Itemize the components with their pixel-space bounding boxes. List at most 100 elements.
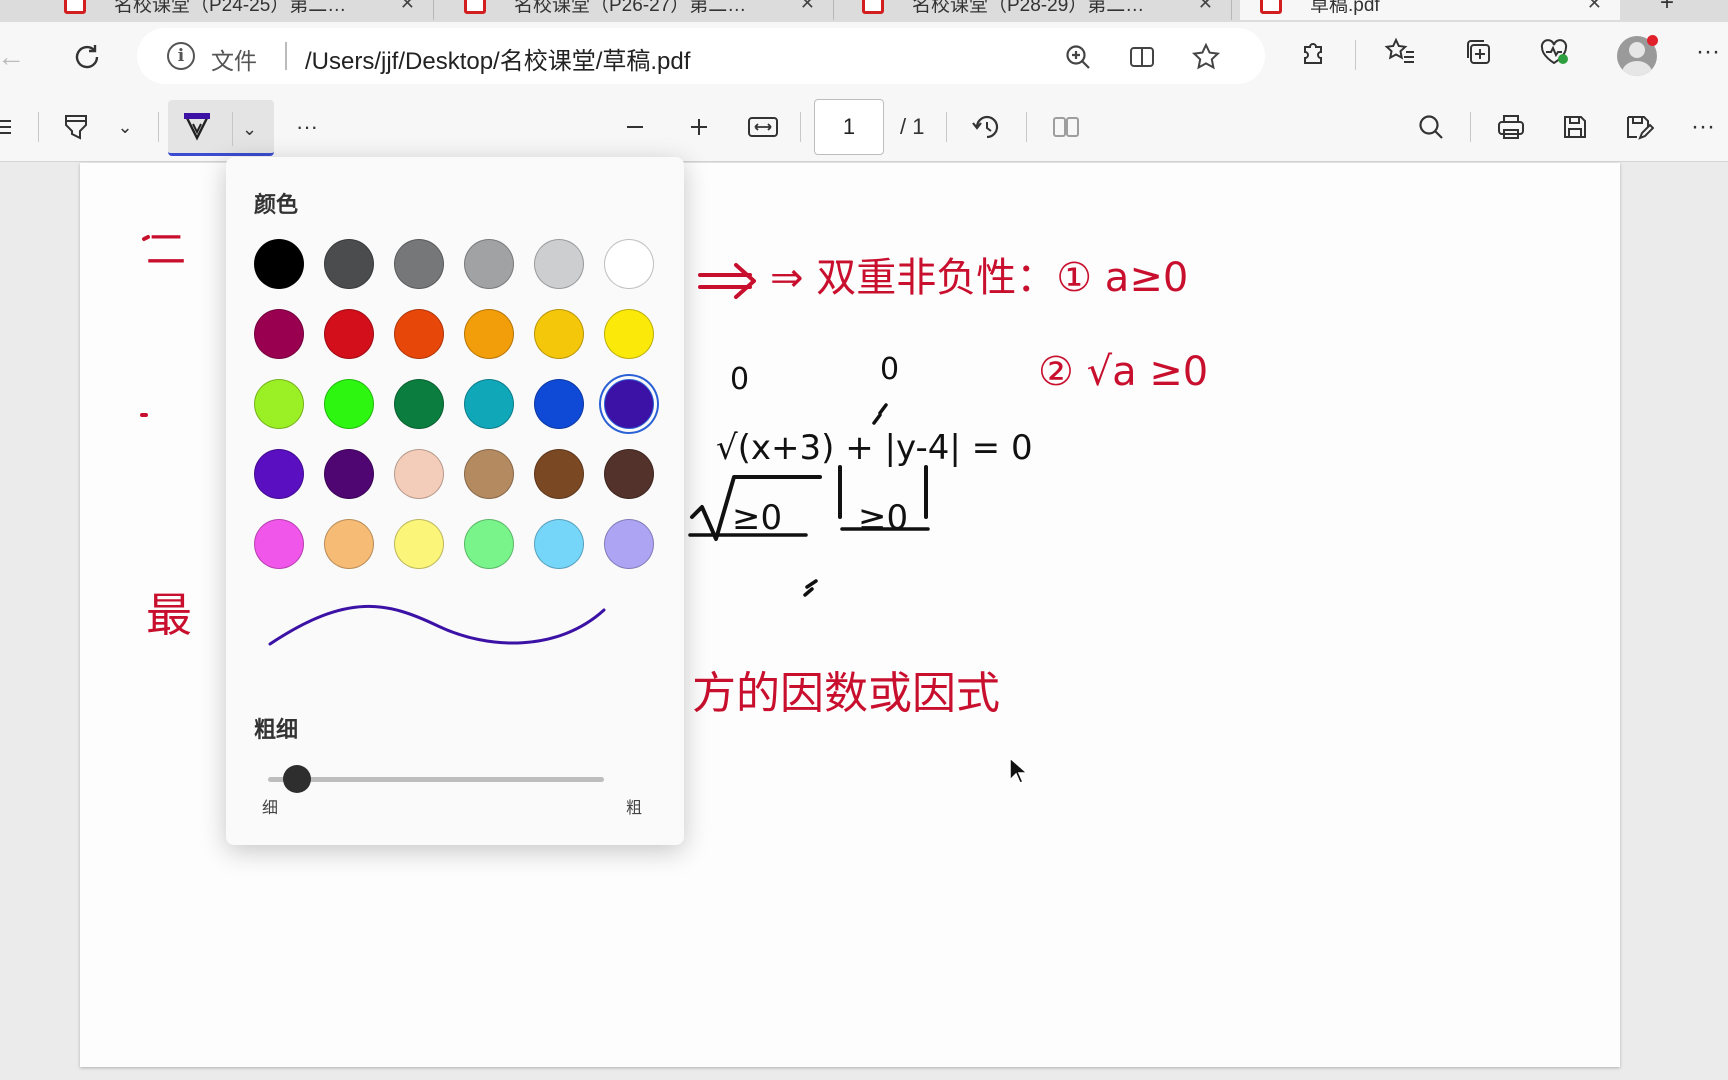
thickness-max-label: 粗 xyxy=(626,800,643,817)
more-tools-button[interactable]: ··· xyxy=(292,109,322,145)
contents-icon[interactable] xyxy=(0,109,16,145)
divider xyxy=(1355,40,1356,70)
pdf-icon xyxy=(1260,0,1282,14)
note-ge0-a: ≥0 xyxy=(732,498,782,538)
color-swatch[interactable] xyxy=(394,379,444,429)
print-icon[interactable] xyxy=(1494,109,1528,145)
color-swatch[interactable] xyxy=(394,239,444,289)
color-swatch[interactable] xyxy=(464,379,514,429)
favorites-icon[interactable] xyxy=(1382,34,1418,70)
pdf-toolbar: ⌄ ⌄ ··· 1 / 1 ··· xyxy=(0,92,1728,162)
rotate-icon[interactable] xyxy=(970,109,1004,145)
close-icon[interactable]: ✕ xyxy=(800,0,815,14)
tab-p26[interactable]: 名校课堂（P26-27）第二… ✕ xyxy=(444,0,834,20)
color-swatch[interactable] xyxy=(254,239,304,289)
note-zero-b: 0 xyxy=(880,352,899,387)
new-tab-button[interactable]: + xyxy=(1640,0,1728,20)
color-swatch[interactable] xyxy=(324,379,374,429)
color-swatch[interactable] xyxy=(604,519,654,569)
draw-button[interactable]: ⌄ xyxy=(168,100,274,156)
settings-more-icon[interactable]: ··· xyxy=(1686,109,1720,145)
browser-essentials-icon[interactable] xyxy=(1536,34,1572,70)
pdf-icon xyxy=(464,0,486,14)
color-swatch[interactable] xyxy=(324,449,374,499)
thickness-min-label: 细 xyxy=(262,800,279,817)
search-icon[interactable] xyxy=(1414,109,1448,145)
color-swatch[interactable] xyxy=(534,519,584,569)
notification-dot xyxy=(1647,35,1658,46)
collections-icon[interactable] xyxy=(1460,34,1496,70)
zoom-icon[interactable] xyxy=(1063,42,1093,72)
color-swatch[interactable] xyxy=(604,309,654,359)
color-swatch[interactable] xyxy=(254,309,304,359)
divider xyxy=(38,112,39,142)
note-equation: √(x+3) + |y-4| = 0 xyxy=(716,428,1033,468)
save-icon[interactable] xyxy=(1558,109,1592,145)
page-number-input[interactable]: 1 xyxy=(814,99,884,155)
page-total: / 1 xyxy=(900,114,925,139)
color-swatch[interactable] xyxy=(534,379,584,429)
note-ge0-b: ≥0 xyxy=(858,498,908,538)
note-zero-a: 0 xyxy=(730,362,749,397)
color-swatch[interactable] xyxy=(394,449,444,499)
note-heading-2: 最 xyxy=(146,588,192,642)
tab-p28[interactable]: 名校课堂（P28-29）第二… ✕ xyxy=(842,0,1232,20)
color-swatch[interactable] xyxy=(534,449,584,499)
refresh-icon[interactable] xyxy=(70,40,104,74)
zoom-out-icon[interactable] xyxy=(620,109,650,145)
color-swatch[interactable] xyxy=(604,449,654,499)
color-swatch[interactable] xyxy=(604,379,654,429)
pdf-icon xyxy=(64,0,86,14)
thickness-slider-track[interactable] xyxy=(268,777,604,782)
color-swatch[interactable] xyxy=(324,519,374,569)
color-swatch[interactable] xyxy=(464,519,514,569)
color-swatch[interactable] xyxy=(534,239,584,289)
tab-p24[interactable]: 名校课堂（P24-25）第二… ✕ xyxy=(44,0,434,20)
url-text[interactable]: /Users/jjf/Desktop/名校课堂/草稿.pdf xyxy=(305,41,690,76)
pen-icon xyxy=(180,110,214,144)
color-swatch[interactable] xyxy=(254,379,304,429)
tab-title: 名校课堂（P28-29）第二… xyxy=(912,0,1145,16)
back-icon[interactable]: ← xyxy=(0,40,28,74)
color-swatch[interactable] xyxy=(464,239,514,289)
zoom-in-icon[interactable] xyxy=(684,109,714,145)
tab-strip: 名校课堂（P24-25）第二… ✕ 名校课堂（P26-27）第二… ✕ 名校课堂… xyxy=(0,0,1728,22)
favorite-star-icon[interactable] xyxy=(1191,42,1221,72)
info-icon[interactable]: i xyxy=(167,42,195,70)
close-icon[interactable]: ✕ xyxy=(1587,0,1602,14)
close-icon[interactable]: ✕ xyxy=(400,0,415,14)
pdf-icon xyxy=(862,0,884,14)
save-as-icon[interactable] xyxy=(1622,109,1656,145)
fit-width-icon[interactable] xyxy=(746,109,780,145)
split-screen-icon[interactable] xyxy=(1127,42,1157,72)
thickness-slider-thumb[interactable] xyxy=(282,765,311,793)
scheme-label: 文件 xyxy=(211,48,257,74)
color-swatch[interactable] xyxy=(604,239,654,289)
tab-draft-active[interactable]: 草稿.pdf ✕ xyxy=(1240,0,1620,20)
color-swatch[interactable] xyxy=(324,239,374,289)
plus-icon: + xyxy=(1660,0,1675,16)
color-swatch[interactable] xyxy=(254,519,304,569)
chevron-down-icon[interactable]: ⌄ xyxy=(232,112,266,146)
highlight-icon[interactable] xyxy=(60,109,92,145)
color-swatch[interactable] xyxy=(394,309,444,359)
tab-title: 草稿.pdf xyxy=(1310,0,1380,16)
color-swatch[interactable] xyxy=(534,309,584,359)
mouse-cursor-icon xyxy=(1009,756,1028,784)
color-swatch[interactable] xyxy=(464,309,514,359)
color-swatch[interactable] xyxy=(464,449,514,499)
pen-settings-flyout: 颜色 粗细 细 粗 xyxy=(226,157,684,845)
address-bar[interactable]: i 文件 /Users/jjf/Desktop/名校课堂/草稿.pdf xyxy=(137,28,1265,84)
more-icon[interactable]: ··· xyxy=(1690,34,1726,70)
color-swatch[interactable] xyxy=(254,449,304,499)
divider xyxy=(800,112,801,142)
chevron-down-icon[interactable]: ⌄ xyxy=(112,109,138,145)
color-swatch[interactable] xyxy=(394,519,444,569)
note-properties-2: ② √a ≥0 xyxy=(1038,349,1208,395)
color-swatch[interactable] xyxy=(324,309,374,359)
close-icon[interactable]: ✕ xyxy=(1198,0,1213,14)
page-view-icon[interactable] xyxy=(1050,109,1082,145)
extensions-icon[interactable] xyxy=(1296,34,1332,70)
note-properties: ⇒ 双重非负性：① a≥0 xyxy=(770,255,1188,301)
color-title: 颜色 xyxy=(254,192,299,217)
